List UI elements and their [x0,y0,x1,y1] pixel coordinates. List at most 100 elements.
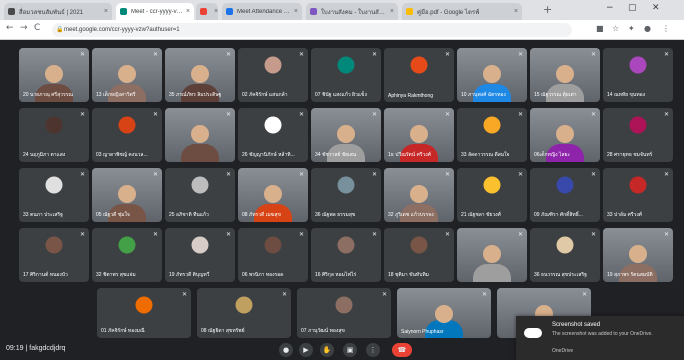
new-tab-button[interactable]: + [543,3,552,17]
browser-tab[interactable]: ใบงานสังคม - ใบงานสังคมศึกษา× [306,3,398,20]
participant-tile[interactable]: ✕ 34 ชัชวาลย์ ชัยเสน [311,108,381,162]
tab-close-icon[interactable]: × [514,8,518,15]
participant-avatar [235,296,253,314]
participant-tile[interactable]: ✕ 16 ศิริกุล หอมไฟไร่ [311,228,381,282]
muted-mic-icon: ✕ [663,171,669,178]
participant-tile[interactable]: ✕ 09 ภัณฑิรา ศักดิ์สิทธิ์... [530,168,600,222]
camera-indicator-icon[interactable]: ■ [596,24,604,33]
participant-name: 35 ภรณ์ภัทร ลิมประดิษฐ [169,92,222,98]
maximize-button[interactable]: ▢ [628,3,637,13]
participant-video-body [473,264,511,282]
participant-tile[interactable]: ✕ 20 นายภาณุ ศรีสุวรรณ [19,48,89,102]
tab-close-icon[interactable]: × [104,8,108,15]
participant-tile[interactable]: ✕ 17 ศิริกานต์ หนองบัว [19,228,89,282]
participant-name: 16 ศิริกุล หอมไฟไร่ [315,272,357,278]
participant-tile[interactable]: ✕ Saiynorn Phuphasr [397,288,491,338]
muted-mic-icon: ✕ [281,291,287,298]
tab-title: สื่อมวลชนสัมพันธ์ | 2021 [19,9,84,16]
tab-close-icon[interactable]: × [186,8,190,15]
tab-close-icon[interactable]: × [390,8,394,15]
tab-close-icon[interactable]: × [214,8,218,15]
participant-tile[interactable]: ✕ 08 ณัฐธิดา สุขทรัพย์ [197,288,291,338]
participant-tile[interactable]: ✕ 1ธ ปวีณรัตน์ ศรีวงศ์ [384,108,454,162]
extension-icon[interactable]: ✦ [628,24,635,33]
back-button[interactable]: ← [6,23,14,33]
participant-tile[interactable]: ✕ 24 นฤภูมิภา ตาแสง [19,108,89,162]
browser-tab[interactable]: คู่มือ.pdf - Google ไดรฟ์ × [402,3,522,20]
participant-tile[interactable]: ✕ 05 ณัฐวดี ชุ่มใจ [92,168,162,222]
muted-mic-icon: ✕ [517,51,523,58]
participant-name: 21 ณัฐชลา ชัยวงศ์ [461,212,501,218]
participant-tile[interactable]: ✕ 28 ศรายุทธ ชมจันทร์ [603,108,673,162]
muted-mic-icon: ✕ [517,171,523,178]
participant-name: 34 ชัชวาลย์ ชัยเสน [315,152,357,158]
browser-tab[interactable]: × [196,3,218,20]
participant-video-face [118,65,136,83]
participant-tile[interactable]: ✕ 08 ภัทรวดี เมฆสุข [238,168,308,222]
muted-mic-icon: ✕ [517,231,523,238]
more-options-icon[interactable]: ⋮ [366,343,380,357]
participant-tile[interactable]: ✕ 18 ชุติมา ขันทับทิม [384,228,454,282]
browser-tab[interactable]: Meet Attendance Monitor× [222,3,302,20]
mic-icon[interactable]: ● [279,343,293,357]
muted-mic-icon: ✕ [298,111,304,118]
participant-tile[interactable]: ✕ 06เด็กหญิง ไสยะ [530,108,600,162]
participant-tile[interactable]: ✕ 21 ณัฐชลา ชัยวงศ์ [457,168,527,222]
minimize-button[interactable]: − [606,3,614,13]
present-screen-icon[interactable]: ▣ [343,343,357,357]
close-window-button[interactable]: ✕ [652,3,660,13]
participant-tile[interactable]: ✕ 03 ญาดาพิชญ์ คงนวล... [92,108,162,162]
star-icon[interactable]: ☆ [612,24,619,33]
participant-name: 28 ศรายุทธ ชมจันทร์ [607,152,653,158]
participant-video-body [181,144,219,162]
participant-tile[interactable]: ✕ 36 ธนวรรณ สุขประเสริฐ [530,228,600,282]
participant-tile[interactable]: ✕ 32 ภูริเดช แก้วบรรจง [384,168,454,222]
participant-tile[interactable]: ✕ 14 ณหทัย ขุนทอง [603,48,673,102]
participant-tile[interactable]: ✕ 02 ภัคจิรักษ์ แสนกล้า [238,48,308,102]
reload-button[interactable]: C [34,23,40,33]
participant-tile[interactable]: ✕ 33 ลัดดาวรรณ ดีสมใจ [457,108,527,162]
raise-hand-icon[interactable]: ✋ [320,343,334,357]
menu-icon[interactable]: ⋮ [662,24,670,33]
end-call-icon[interactable]: ☎ [392,343,412,357]
browser-tab[interactable]: สื่อมวลชนสัมพันธ์ | 2021 × [4,3,112,20]
muted-mic-icon: ✕ [371,231,377,238]
browser-tab[interactable]: Meet - ccr-yyyy-vzw × [116,3,194,20]
participant-tile[interactable]: ✕ 07 ภานุวัฒน์ ทองสุข [297,288,391,338]
participant-tile[interactable]: ✕ Aphinya Rakmthong [384,48,454,102]
participant-tile[interactable]: ✕ 07 ชินัฐ แสงแก้ว ผิวแข็ง [311,48,381,102]
onedrive-notification[interactable]: Screenshot saved The screenshot was adde… [516,316,684,360]
muted-mic-icon: ✕ [79,111,85,118]
participant-tile[interactable]: ✕ 32 ชิตาพร สุขแจ่ม [92,228,162,282]
tab-close-icon[interactable]: × [294,8,298,15]
participant-tile[interactable]: ✕ 13 เด็กหญิงสาวิตรี [92,48,162,102]
participant-tile[interactable]: ✕ 33 ปาล์ม ศรีวงศ์ [603,168,673,222]
participant-tile[interactable]: ✕ 26 ชัญญานิภักษ์ หล้าทิ... [238,108,308,162]
muted-mic-icon: ✕ [590,51,596,58]
participant-tile[interactable]: ✕ 15 ณัฐวรรณ ตุ้ยเต่า [530,48,600,102]
tab-favicon-icon [8,8,15,15]
profile-avatar[interactable]: ● [644,24,651,33]
participant-tile[interactable]: ✕ 35 ภรณ์ภัทร ลิมประดิษฐ [165,48,235,102]
participant-tile[interactable]: ✕ 25 อภิชาติ ทีนแก้ว [165,168,235,222]
participant-tile[interactable]: ✕ [165,108,235,162]
participant-avatar [556,236,574,254]
participant-avatar [629,56,647,74]
address-bar[interactable]: 🔒 meet.google.com/ccr-yyyy-vzw?authuser=… [52,23,572,37]
muted-mic-icon: ✕ [371,171,377,178]
muted-mic-icon: ✕ [517,111,523,118]
participant-tile[interactable]: ✕ [457,228,527,282]
participant-avatar [264,116,282,134]
participant-name: 32 ภูริเดช แก้วบรรจง [388,212,434,218]
participant-video-face [483,65,501,83]
participant-tile[interactable]: ✕ 10 ภานุพงศ์ ฉัตรทอง [457,48,527,102]
participant-tile[interactable]: ✕ 19 ภัทรวดี ติบุญทวี [165,228,235,282]
muted-mic-icon: ✕ [444,51,450,58]
participant-tile[interactable]: ✕ 19 สุภาพร รัตนสมบัติ [603,228,673,282]
camera-icon[interactable]: ▶ [299,343,313,357]
participant-tile[interactable]: ✕ 01 ภัคจิรักษ์ ทองมณี [97,288,191,338]
participant-tile[interactable]: ✕ 33 ตนภา ประเสริฐ [19,168,89,222]
forward-button[interactable]: → [20,23,28,33]
participant-tile[interactable]: ✕ 36 ณัฐพล ธรรมสุข [311,168,381,222]
participant-tile[interactable]: ✕ 06 พรนิภา ทองรอด [238,228,308,282]
